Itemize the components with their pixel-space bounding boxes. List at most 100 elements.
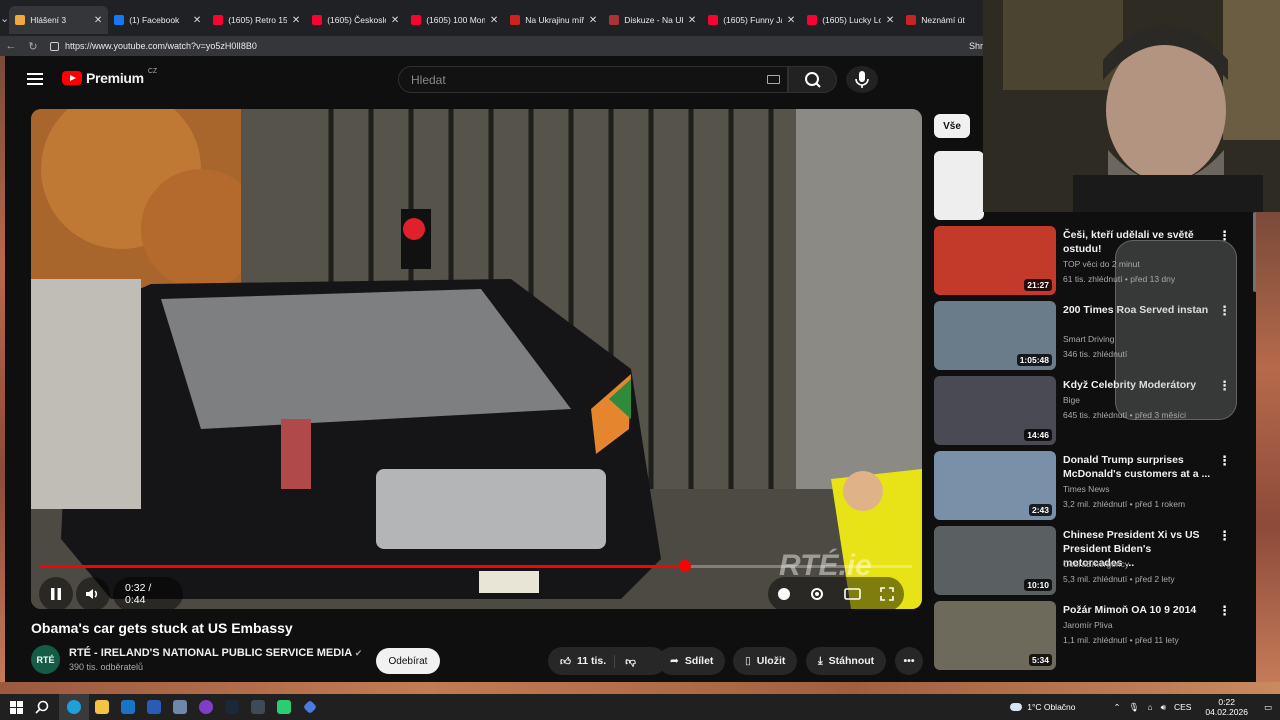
logo-text: Premium	[86, 70, 144, 86]
tray-clock[interactable]: 0:22 04.02.2026	[1205, 697, 1248, 717]
voice-search-button[interactable]	[846, 66, 878, 93]
recommended-channel[interactable]: Jaromír Pliva	[1063, 620, 1113, 630]
taskbar-app-save[interactable]	[141, 694, 167, 720]
tray-network-icon[interactable]: ⌂	[1147, 702, 1152, 712]
chip-all[interactable]: Vše	[934, 114, 970, 138]
tab-close-icon[interactable]: ✕	[490, 15, 498, 26]
tab-close-icon[interactable]: ✕	[688, 15, 696, 26]
more-actions-button[interactable]: •••	[895, 647, 923, 675]
browser-tab[interactable]: (1605) Retro 153 ✕	[207, 6, 306, 34]
dislike-button-icon[interactable]: 👎︎	[614, 654, 636, 668]
weather-cloud-icon	[1010, 703, 1023, 711]
browser-tab[interactable]: Hlášení 3 ✕	[9, 6, 109, 34]
tray-volume-icon[interactable]: 🔊︎	[1161, 702, 1166, 713]
outlook-icon	[121, 700, 135, 714]
video-thumbnail[interactable]: 2:43	[934, 451, 1056, 520]
save-button[interactable]: ▯ Uložit	[733, 647, 798, 675]
tab-close-icon[interactable]: ✕	[589, 15, 597, 26]
search-input[interactable]: Hledat	[398, 66, 788, 93]
more-vertical-icon[interactable]: ⋮	[1218, 528, 1231, 544]
recommended-video[interactable]: 2:43 Donald Trump surprises McDonald's cu…	[934, 451, 1254, 521]
search-button[interactable]	[788, 66, 837, 93]
site-info-icon[interactable]	[50, 41, 59, 51]
video-thumbnail[interactable]: 1:05:48	[934, 301, 1056, 370]
tab-search-chevron-icon[interactable]: ⌄	[0, 0, 9, 36]
tab-close-icon[interactable]: ✕	[94, 15, 102, 26]
tab-title: (1605) Retro 153	[228, 15, 287, 25]
recommended-channel[interactable]: Smart Driving	[1063, 334, 1114, 344]
fullscreen-icon[interactable]	[880, 587, 895, 601]
notification-icon[interactable]: ▭	[1264, 702, 1272, 713]
tray-lang[interactable]: CES	[1174, 702, 1191, 712]
browser-tab[interactable]: Na Ukrajinu míří ✕	[504, 6, 603, 34]
url-field[interactable]: https://www.youtube.com/watch?v=yo5zH0lI…	[50, 41, 257, 51]
pause-button[interactable]	[39, 577, 73, 609]
more-horizontal-icon: •••	[903, 655, 915, 667]
like-button[interactable]: 👍︎ 11 tis.	[560, 655, 606, 668]
tab-close-icon[interactable]: ✕	[193, 15, 201, 26]
recommended-channel[interactable]: Times News	[1063, 484, 1109, 494]
share-menu-label[interactable]: Shr	[969, 41, 983, 51]
download-button[interactable]: ⤓ Stáhnout	[806, 647, 887, 675]
tray-chevron-icon[interactable]: ⌃	[1114, 702, 1121, 713]
subscribe-button[interactable]: Odebírat	[376, 648, 440, 674]
browser-tab[interactable]: (1) Facebook ✕	[108, 6, 207, 34]
browser-tab[interactable]: Diskuze - Na Ukr ✕	[603, 6, 702, 34]
hamburger-menu-icon[interactable]	[27, 73, 43, 85]
tray-mic-icon[interactable]: 🎙︎	[1129, 702, 1140, 713]
browser-tab[interactable]: (1605) Funny Jap ✕	[702, 6, 801, 34]
progress-scrubber[interactable]	[679, 560, 692, 572]
reload-icon[interactable]: ↻	[22, 40, 44, 53]
share-button[interactable]: ➦ Sdílet	[658, 647, 726, 675]
taskbar-app-x[interactable]	[245, 694, 271, 720]
keyboard-icon[interactable]	[767, 75, 780, 84]
autoplay-toggle-icon[interactable]	[777, 588, 790, 600]
tab-close-icon[interactable]: ✕	[886, 15, 894, 26]
start-button[interactable]	[3, 694, 29, 720]
video-thumbnail[interactable]: 14:46	[934, 376, 1056, 445]
browser-tab[interactable]: Neznámí út✕	[900, 6, 983, 34]
taskbar-app-green[interactable]	[271, 694, 297, 720]
taskbar-search-button[interactable]	[29, 694, 55, 720]
progress-bar[interactable]	[39, 560, 912, 572]
video-duration: 21:27	[1024, 279, 1052, 291]
browser-tab[interactable]: (1605) 100 Mome ✕	[405, 6, 504, 34]
browser-tab[interactable]: (1605) Lucky Lou ✕	[801, 6, 900, 34]
desktop-wallpaper-strip	[1256, 212, 1280, 682]
recommended-title[interactable]: Donald Trump surprises McDonald's custom…	[1063, 453, 1213, 481]
taskbar-app-purple[interactable]	[193, 694, 219, 720]
tab-close-icon[interactable]: ✕	[292, 15, 300, 26]
browser-tab[interactable]: (1605) Českoslov ✕	[306, 6, 405, 34]
more-vertical-icon[interactable]: ⋮	[1218, 603, 1231, 619]
video-thumbnail[interactable]: 21:27	[934, 226, 1056, 295]
recommended-title[interactable]: Požár Mimoň OA 10 9 2014	[1063, 603, 1213, 617]
taskbar-explorer[interactable]	[89, 694, 115, 720]
settings-gear-icon[interactable]	[809, 586, 825, 602]
tab-close-icon[interactable]: ✕	[391, 15, 399, 26]
more-vertical-icon[interactable]: ⋮	[1218, 453, 1231, 469]
document-icon	[173, 700, 187, 714]
recommended-video[interactable]: 5:34 Požár Mimoň OA 10 9 2014 Jaromír Pliv…	[934, 601, 1254, 671]
microphone-icon	[855, 71, 869, 88]
back-icon[interactable]: ←	[0, 40, 22, 52]
video-duration: 2:43	[1028, 504, 1052, 516]
channel-name[interactable]: RTÉ - IRELAND'S NATIONAL PUBLIC SERVICE …	[69, 647, 362, 659]
video-thumbnail[interactable]: 5:34	[934, 601, 1056, 670]
video-frame	[31, 109, 922, 609]
youtube-premium-logo[interactable]: Premium CZ	[62, 68, 157, 86]
channel-avatar[interactable]: RTÉ	[31, 645, 60, 674]
theater-mode-icon[interactable]	[844, 588, 861, 600]
weather-widget[interactable]: 1°C Oblačno	[1010, 702, 1076, 712]
video-thumbnail[interactable]: 10:10	[934, 526, 1056, 595]
taskbar-edge[interactable]	[59, 694, 89, 720]
recommended-channel[interactable]: Bige	[1063, 395, 1080, 405]
mute-button[interactable]	[76, 577, 110, 609]
taskbar-steam[interactable]	[219, 694, 245, 720]
video-player[interactable]: RTÉ.ie 0:32 / 0:44	[31, 109, 922, 609]
taskbar-app-blue[interactable]	[297, 694, 323, 720]
recommended-video[interactable]: 10:10 Chinese President Xi vs US Presiden…	[934, 526, 1254, 596]
taskbar-outlook[interactable]	[115, 694, 141, 720]
recommended-channel[interactable]: CobraEmergency	[1063, 559, 1129, 569]
tab-close-icon[interactable]: ✕	[787, 15, 795, 26]
taskbar-app-doc[interactable]	[167, 694, 193, 720]
